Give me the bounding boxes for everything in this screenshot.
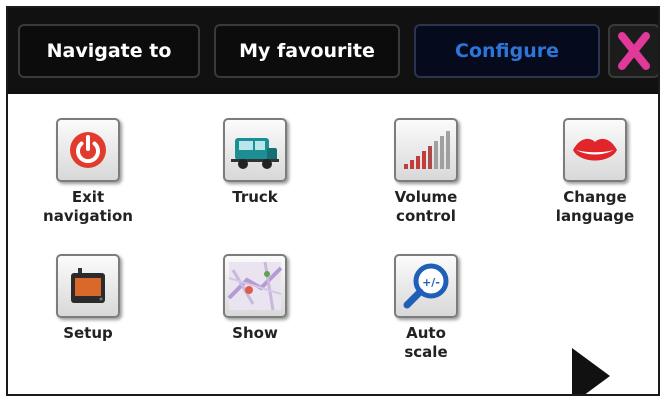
menu-item-label: Volume control bbox=[394, 188, 458, 225]
power-icon bbox=[56, 118, 120, 182]
menu-item-label: Show bbox=[232, 324, 278, 342]
menu-item-label: Auto scale bbox=[404, 324, 448, 361]
menu-item-setup[interactable]: Setup bbox=[13, 254, 163, 343]
close-x-icon bbox=[618, 32, 650, 70]
tab-navigate-to[interactable]: Navigate to bbox=[18, 24, 200, 78]
svg-text:+/-: +/- bbox=[422, 276, 440, 289]
magnifier-icon: +/- bbox=[394, 254, 458, 318]
lips-icon bbox=[563, 118, 627, 182]
tab-label: Navigate to bbox=[46, 40, 172, 62]
menu-item-volume-control[interactable]: Volume control bbox=[351, 118, 501, 226]
menu-item-show[interactable]: Show bbox=[180, 254, 330, 343]
menu-item-change-language[interactable]: Change language bbox=[520, 118, 658, 226]
device-icon bbox=[56, 254, 120, 318]
menu-item-label: Truck bbox=[232, 188, 278, 206]
tab-bar: Navigate to My favourite Configure bbox=[8, 8, 658, 94]
nav-configure-screen: Navigate to My favourite Configure Exit … bbox=[6, 6, 660, 396]
close-button[interactable] bbox=[608, 24, 658, 78]
tab-configure[interactable]: Configure bbox=[414, 24, 600, 78]
menu-item-auto-scale[interactable]: +/- Auto scale bbox=[351, 254, 501, 362]
truck-icon bbox=[223, 118, 287, 182]
menu-item-truck[interactable]: Truck bbox=[180, 118, 330, 207]
menu-grid: Exit navigation Truck Volume control Cha… bbox=[8, 94, 658, 394]
menu-item-label: Setup bbox=[63, 324, 113, 342]
tab-my-favourite[interactable]: My favourite bbox=[214, 24, 400, 78]
tab-label: My favourite bbox=[239, 40, 375, 62]
menu-item-exit-navigation[interactable]: Exit navigation bbox=[13, 118, 163, 226]
tab-label: Configure bbox=[455, 40, 559, 62]
map-icon bbox=[223, 254, 287, 318]
menu-item-label: Exit navigation bbox=[43, 188, 133, 225]
volume-icon bbox=[394, 118, 458, 182]
next-arrow-icon[interactable] bbox=[568, 346, 612, 396]
menu-item-label: Change language bbox=[555, 188, 635, 225]
